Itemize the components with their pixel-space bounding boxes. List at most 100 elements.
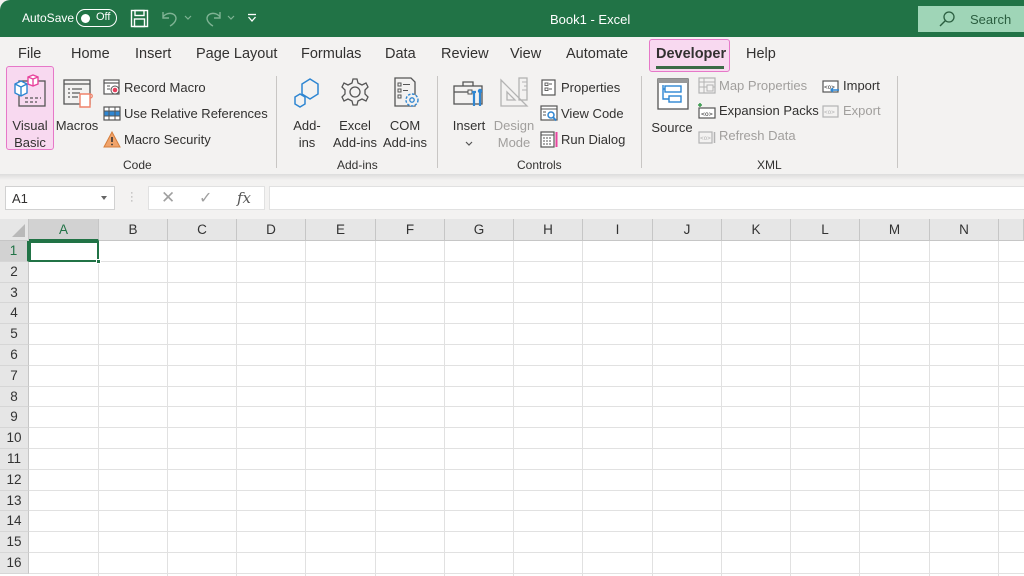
row-header[interactable]: 1	[0, 241, 29, 262]
design-mode-label-2: Mode	[497, 135, 531, 150]
tab-automate[interactable]: Automate	[566, 46, 628, 62]
active-cell[interactable]	[29, 241, 101, 264]
design-mode-button[interactable]: Design Mode	[492, 76, 536, 151]
column-header[interactable]: A	[29, 219, 99, 241]
column-header[interactable]: M	[860, 219, 930, 241]
row-header[interactable]: 16	[0, 553, 29, 574]
column-header[interactable]: K	[722, 219, 791, 241]
com-addins-button[interactable]: COM Add-ins	[380, 76, 430, 151]
fill-handle[interactable]	[96, 259, 101, 264]
gridline	[29, 344, 1024, 345]
gridline	[29, 385, 1024, 387]
row-header[interactable]: 2	[0, 261, 29, 283]
column-header[interactable]: B	[99, 219, 168, 241]
tab-view[interactable]: View	[510, 46, 541, 62]
row-header[interactable]: 14	[0, 511, 29, 533]
source-button[interactable]: Source	[650, 76, 694, 136]
title-bar: AutoSave Off Book1 - Excel Search	[0, 0, 1024, 37]
row-header[interactable]: 8	[0, 386, 29, 408]
column-header[interactable]: I	[583, 219, 653, 241]
column-header[interactable]: D	[237, 219, 306, 241]
redo-icon[interactable]	[203, 9, 223, 28]
row-header[interactable]: 15	[0, 532, 29, 553]
excel-addins-button[interactable]: Excel Add-ins	[330, 76, 380, 151]
column-header[interactable]: G	[445, 219, 514, 241]
properties-icon	[541, 79, 556, 96]
tab-file[interactable]: File	[18, 46, 41, 62]
svg-text:<o>: <o>	[701, 110, 713, 118]
row-header[interactable]: 5	[0, 324, 29, 345]
column-header[interactable]: H	[514, 219, 583, 241]
cancel-icon[interactable]: ✕	[161, 188, 175, 208]
row-header[interactable]: 10	[0, 428, 29, 449]
row-header[interactable]: 6	[0, 345, 29, 366]
row-header[interactable]: 13	[0, 490, 29, 512]
toggle-knob	[81, 13, 90, 23]
redo-dropdown-icon[interactable]	[227, 15, 235, 21]
undo-icon[interactable]	[160, 9, 180, 28]
visual-basic-button[interactable]: Visual Basic	[6, 74, 54, 151]
gridline	[98, 241, 99, 576]
gridline	[29, 448, 1024, 449]
insert-function-icon[interactable]: fx	[237, 189, 251, 207]
insert-control-button[interactable]: Insert	[448, 76, 490, 151]
row-header[interactable]: 12	[0, 469, 29, 491]
row-header[interactable]: 9	[0, 407, 29, 429]
tab-page-layout[interactable]: Page Layout	[196, 46, 277, 62]
row-header[interactable]: 11	[0, 449, 29, 470]
name-box[interactable]: A1	[5, 186, 115, 210]
gridline	[375, 241, 376, 576]
import-icon: <o>	[822, 80, 839, 93]
visual-basic-label-2: Basic	[14, 135, 46, 150]
visual-basic-icon	[14, 74, 46, 107]
refresh-data-icon: <o>	[698, 131, 716, 144]
name-box-dropdown-icon[interactable]	[101, 196, 107, 200]
column-header-partial[interactable]	[999, 219, 1024, 241]
relative-references-icon	[103, 106, 121, 121]
warning-icon	[103, 131, 121, 148]
gridline	[444, 241, 445, 576]
column-header[interactable]: J	[653, 219, 722, 241]
tab-review[interactable]: Review	[441, 46, 489, 62]
row-header[interactable]: 7	[0, 365, 29, 387]
refresh-data-label: Refresh Data	[719, 128, 796, 143]
column-header[interactable]: C	[168, 219, 237, 241]
formula-input[interactable]	[269, 186, 1024, 210]
xml-source-icon	[657, 78, 689, 110]
column-header[interactable]: L	[791, 219, 860, 241]
gridline	[29, 572, 1024, 574]
tab-home[interactable]: Home	[71, 46, 110, 62]
undo-dropdown-icon[interactable]	[184, 15, 192, 21]
tab-formulas[interactable]: Formulas	[301, 46, 361, 62]
macros-button[interactable]: Macros	[54, 74, 100, 134]
select-all-button[interactable]	[0, 219, 29, 241]
use-relative-references-label: Use Relative References	[124, 106, 268, 121]
svg-text:<o>: <o>	[824, 109, 835, 116]
tab-developer[interactable]: Developer	[656, 46, 726, 62]
enter-icon[interactable]: ✓	[199, 188, 212, 208]
active-tab-underline	[656, 66, 724, 69]
column-header[interactable]: N	[930, 219, 999, 241]
tab-insert[interactable]: Insert	[135, 46, 171, 62]
macros-label: Macros	[55, 118, 99, 133]
save-icon[interactable]	[130, 9, 149, 28]
customize-toolbar-icon[interactable]	[247, 13, 257, 23]
resize-handle-icon[interactable]: · · ·	[130, 188, 134, 207]
search-box[interactable]: Search	[918, 6, 1024, 32]
gridline	[29, 489, 1024, 491]
gridline	[29, 323, 1024, 325]
row-header[interactable]: 4	[0, 303, 29, 325]
excel-addins-label-2: Add-ins	[332, 135, 378, 150]
column-header[interactable]: E	[306, 219, 376, 241]
tab-data[interactable]: Data	[385, 46, 416, 62]
formula-buttons: ✕ ✓ fx	[148, 186, 265, 210]
group-separator	[276, 76, 277, 168]
group-separator	[897, 76, 898, 168]
autosave-toggle[interactable]: Off	[76, 9, 117, 27]
spreadsheet-grid[interactable]: A B C D E F G H I J K L M N 1 2 3 4 5 6 7 8 9 10 11 12 13 14 15 16	[0, 219, 1024, 576]
map-properties-label: Map Properties	[719, 78, 808, 93]
addins-button[interactable]: Add- ins	[286, 76, 328, 151]
column-header[interactable]: F	[376, 219, 445, 241]
tab-help[interactable]: Help	[746, 46, 776, 62]
row-header[interactable]: 3	[0, 282, 29, 304]
